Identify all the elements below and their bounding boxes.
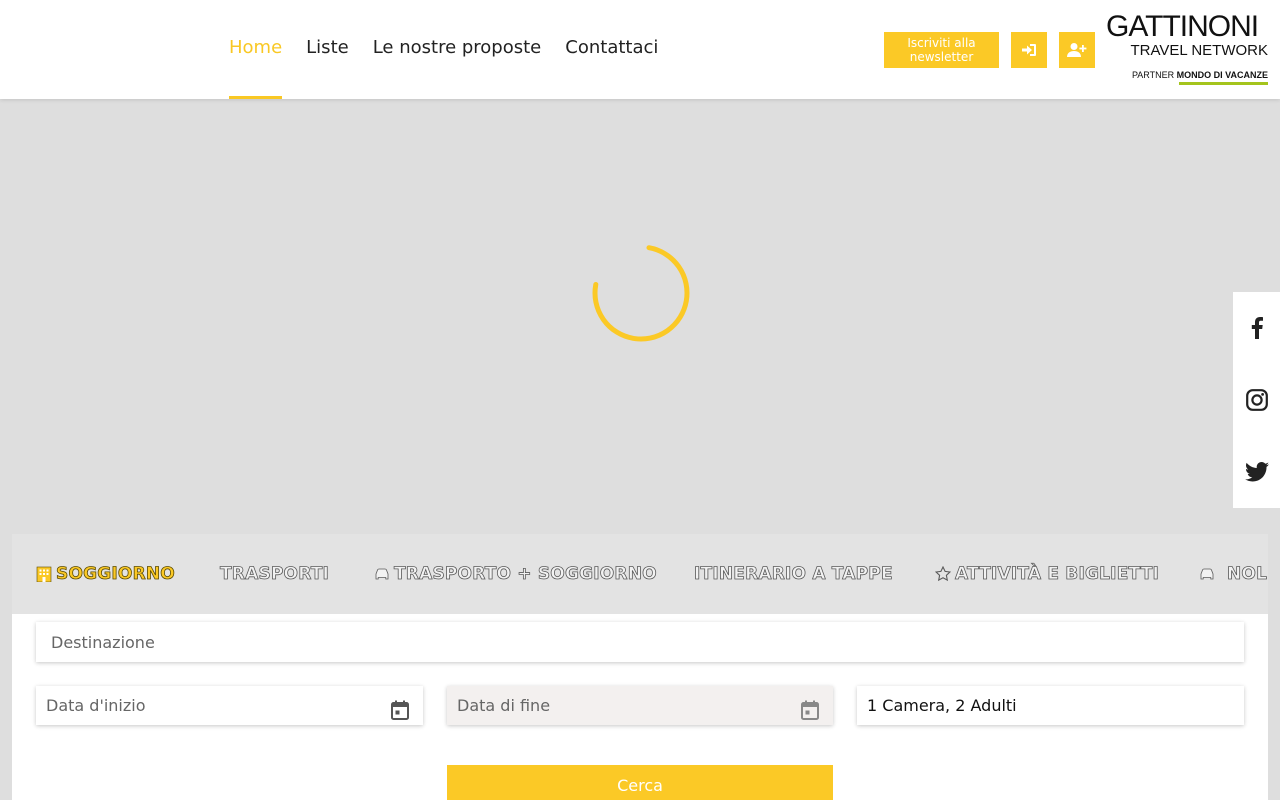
nav-item-home[interactable]: Home: [229, 0, 283, 99]
rooms-guests-value: 1 Camera, 2 Adulti: [867, 696, 1017, 715]
start-date-field[interactable]: [36, 686, 423, 725]
hotel-icon: [36, 566, 52, 582]
destination-field[interactable]: [36, 622, 1244, 662]
end-date-field[interactable]: [447, 686, 833, 725]
nav-item-liste[interactable]: Liste: [306, 0, 349, 99]
sign-in-icon: [1022, 44, 1036, 56]
star-icon: [935, 566, 951, 582]
logo-partner-text: PARTNER MONDO DI VACANZE: [1131, 70, 1268, 80]
tab-soggiorno[interactable]: SOGGIORNO: [36, 562, 175, 586]
newsletter-button[interactable]: Iscriviti alla newsletter: [884, 32, 999, 68]
twitter-icon: [1244, 462, 1269, 482]
destination-input[interactable]: [51, 622, 1244, 662]
logo-partner-underline: [1179, 82, 1268, 85]
nav-item-contattaci[interactable]: Contattaci: [565, 0, 658, 99]
tab-label: ATTIVITÀ E BIGLIETTI: [955, 564, 1160, 585]
social-sidebar: [1233, 292, 1280, 508]
search-panel: SOGGIORNO TRASPORTI TRASPORTO + SOGGIORN…: [12, 534, 1268, 800]
logo-main-text: GATTINONI: [1106, 10, 1259, 43]
tab-trasporti[interactable]: TRASPORTI: [220, 562, 330, 586]
tab-label: NOL: [1227, 564, 1268, 585]
tab-label: TRASPORTI: [220, 564, 330, 585]
calendar-icon[interactable]: [391, 700, 409, 720]
login-button[interactable]: [1011, 32, 1047, 68]
search-button[interactable]: Cerca: [447, 765, 833, 800]
gattinoni-logo[interactable]: GATTINONI TRAVEL NETWORK PARTNER MONDO D…: [1106, 12, 1270, 86]
user-plus-icon: [1067, 43, 1087, 57]
tab-itinerario[interactable]: ITINERARIO A TAPPE: [694, 562, 893, 586]
loading-spinner-icon: [592, 244, 690, 342]
tab-label: ITINERARIO A TAPPE: [694, 564, 893, 585]
tab-label: SOGGIORNO: [56, 564, 176, 585]
facebook-icon: [1251, 317, 1263, 339]
end-date-input[interactable]: [457, 686, 833, 725]
calendar-icon[interactable]: [801, 700, 819, 720]
car-icon: [374, 568, 390, 580]
twitter-link[interactable]: [1233, 436, 1280, 508]
instagram-icon: [1245, 389, 1268, 411]
tab-trasporto-soggiorno[interactable]: TRASPORTO + SOGGIORNO: [374, 562, 657, 586]
car-icon: [1199, 568, 1215, 580]
main-nav: Home Liste Le nostre proposte Contattaci: [229, 0, 682, 99]
rooms-guests-field[interactable]: 1 Camera, 2 Adulti: [857, 686, 1244, 725]
register-button[interactable]: [1059, 32, 1095, 68]
tab-attivita[interactable]: ATTIVITÀ E BIGLIETTI: [935, 562, 1159, 586]
nav-item-proposte[interactable]: Le nostre proposte: [373, 0, 542, 99]
logo-sub-text: TRAVEL NETWORK: [1130, 42, 1268, 59]
search-tabs: SOGGIORNO TRASPORTI TRASPORTO + SOGGIORN…: [12, 534, 1268, 614]
facebook-link[interactable]: [1233, 292, 1280, 364]
instagram-link[interactable]: [1233, 364, 1280, 436]
hero-loading-area: [0, 99, 1280, 539]
site-header: Home Liste Le nostre proposte Contattaci…: [0, 0, 1280, 99]
start-date-input[interactable]: [46, 686, 423, 725]
tab-label: TRASPORTO + SOGGIORNO: [394, 564, 657, 585]
tab-noleggio[interactable]: NOL: [1199, 562, 1267, 586]
